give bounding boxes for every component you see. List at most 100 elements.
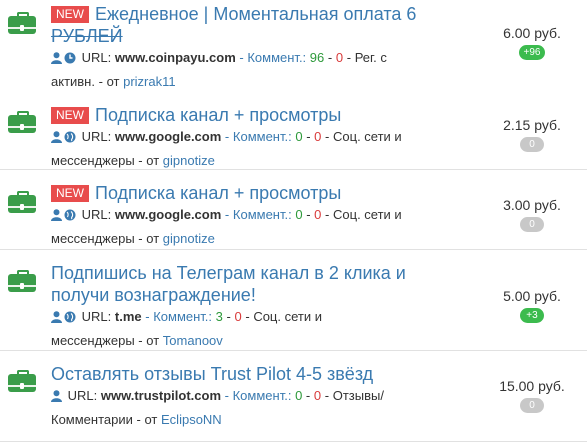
task-meta: URL: www.trustpilot.com - Коммент.: 0 - … <box>51 385 469 431</box>
rating-badge: 0 <box>520 398 544 413</box>
briefcase-icon <box>8 270 36 292</box>
task-row[interactable]: Подпишись на Телеграм канал в 2 клика и … <box>0 250 587 351</box>
separator: - <box>138 333 143 348</box>
url-label: URL: <box>81 309 112 324</box>
new-badge: NEW <box>51 185 89 202</box>
briefcase-icon <box>8 370 36 392</box>
user-icon <box>51 387 62 409</box>
separator: - <box>245 309 250 324</box>
url-value: www.google.com <box>114 129 222 144</box>
task-title-link[interactable]: Подписка канал + просмотры <box>95 105 341 125</box>
comments-label: Коммент.: <box>153 309 213 324</box>
from-label: от <box>146 333 160 348</box>
category-cont: активн. <box>51 74 95 89</box>
separator: - <box>239 50 244 65</box>
price: 15.00 руб. <box>499 378 565 394</box>
url-value: www.trustpilot.com <box>100 388 222 403</box>
comments-positive: 3 <box>215 309 223 324</box>
task-row[interactable]: NEW Подписка канал + просмотры URL: www.g… <box>0 90 587 170</box>
from-label: от <box>146 231 160 246</box>
category: Соц. сети и <box>253 309 322 324</box>
task-row[interactable]: NEW Подписка канал + просмотры URL: www.g… <box>0 170 587 250</box>
from-label: от <box>146 153 160 168</box>
rating-badge: +96 <box>518 45 546 60</box>
author-link[interactable]: gipnotize <box>163 153 215 168</box>
category: Отзывы/ <box>332 388 384 403</box>
from-label: от <box>106 74 120 89</box>
task-row[interactable]: NEW Ежедневное | Моментальная оплата 6 РУ… <box>0 0 587 91</box>
url-value: t.me <box>114 309 142 324</box>
url-label: URL: <box>81 207 112 222</box>
comments-negative: 0 <box>335 50 344 65</box>
task-meta: URL: www.coinpayu.com - Коммент.: 96 - 0… <box>51 47 469 93</box>
task-title-link[interactable]: Подпишись на Телеграм канал в 2 клика и <box>51 263 406 283</box>
task-title[interactable]: Оставлять отзывы Trust Pilot 4-5 звёзд <box>51 363 469 385</box>
user-icon <box>51 206 62 228</box>
new-badge: NEW <box>51 6 89 23</box>
comments-negative: 0 <box>234 309 242 324</box>
task-title-link-cont[interactable]: РУБЛЕЙ <box>51 26 123 46</box>
price: 3.00 руб. <box>503 197 561 213</box>
separator: - <box>226 309 231 324</box>
comments-positive: 0 <box>295 388 303 403</box>
author-link[interactable]: Tomanoov <box>163 333 223 348</box>
task-row[interactable]: Оставлять отзывы Trust Pilot 4-5 звёзд U… <box>0 351 587 442</box>
price: 2.15 руб. <box>503 117 561 133</box>
globe-icon <box>64 128 76 150</box>
rating-badge: 0 <box>520 137 544 152</box>
user-icon <box>51 128 62 150</box>
separator: - <box>325 129 330 144</box>
separator: - <box>306 129 311 144</box>
comments-label: Коммент.: <box>232 207 292 222</box>
url-value: www.google.com <box>114 207 222 222</box>
separator: - <box>98 74 103 89</box>
task-title[interactable]: Подпишись на Телеграм канал в 2 клика и <box>51 262 469 284</box>
category-cont: мессенджеры <box>51 231 135 246</box>
user-icon <box>51 49 62 71</box>
category-cont: мессенджеры <box>51 153 135 168</box>
separator: - <box>306 207 311 222</box>
user-icon <box>51 308 62 330</box>
category: Соц. сети и <box>333 207 402 222</box>
url-value: www.coinpayu.com <box>114 50 236 65</box>
new-badge: NEW <box>51 107 89 124</box>
comments-label: Коммент.: <box>232 388 292 403</box>
comments-negative: 0 <box>314 207 322 222</box>
separator: - <box>224 207 230 222</box>
task-meta: URL: t.me - Коммент.: 3 - 0 - Соц. сети … <box>51 306 469 352</box>
separator: - <box>224 388 229 403</box>
url-label: URL: <box>81 129 112 144</box>
task-title[interactable]: NEW Ежедневное | Моментальная оплата 6 <box>51 3 469 25</box>
url-label: URL: <box>67 388 98 403</box>
category: Соц. сети и <box>333 129 402 144</box>
separator: - <box>327 50 333 65</box>
clock-icon <box>64 49 76 71</box>
comments-negative: 0 <box>314 129 322 144</box>
task-title[interactable]: NEW Подписка канал + просмотры <box>51 182 469 204</box>
separator: - <box>305 388 311 403</box>
separator: - <box>324 388 330 403</box>
rating-badge: 0 <box>520 217 544 232</box>
comments-label: Коммент.: <box>247 50 307 65</box>
separator: - <box>224 129 230 144</box>
comments-negative: 0 <box>313 388 322 403</box>
category: Рег. с <box>354 50 387 65</box>
comments-positive: 0 <box>295 207 303 222</box>
briefcase-icon <box>8 12 36 34</box>
briefcase-icon <box>8 111 36 133</box>
author-link[interactable]: prizrak11 <box>123 74 176 89</box>
rating-badge: +3 <box>520 308 544 323</box>
comments-positive: 96 <box>309 50 325 65</box>
task-title[interactable]: NEW Подписка канал + просмотры <box>51 104 469 126</box>
price: 6.00 руб. <box>503 25 561 41</box>
separator: - <box>138 231 143 246</box>
briefcase-icon <box>8 191 36 213</box>
separator: - <box>145 309 150 324</box>
author-link[interactable]: gipnotize <box>163 231 215 246</box>
task-meta: URL: www.google.com - Коммент.: 0 - 0 - … <box>51 126 469 172</box>
task-title-link[interactable]: Оставлять отзывы Trust Pilot 4-5 звёзд <box>51 364 373 384</box>
separator: - <box>325 207 330 222</box>
task-title-link-cont[interactable]: получи вознаграждение! <box>51 285 256 305</box>
task-title-link[interactable]: Подписка канал + просмотры <box>95 183 341 203</box>
task-title-link[interactable]: Ежедневное | Моментальная оплата 6 <box>95 4 416 24</box>
